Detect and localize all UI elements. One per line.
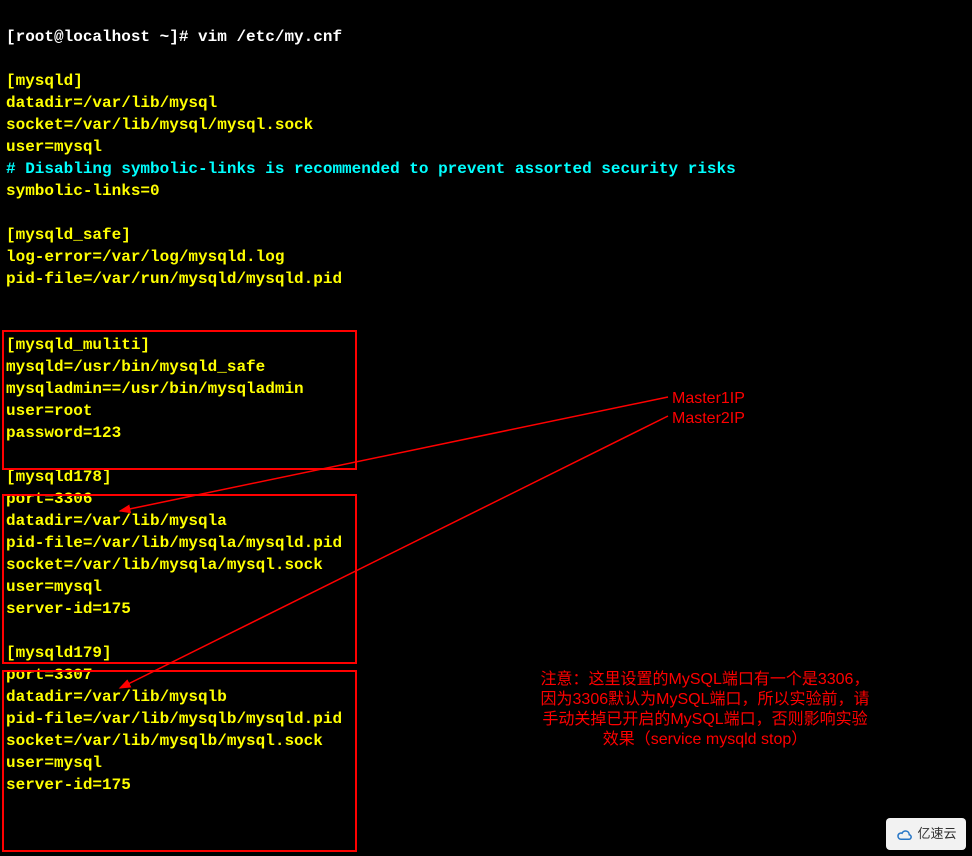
cfg-comment: # Disabling symbolic-links is recommende… [6, 160, 736, 178]
label-master2: Master2IP [672, 408, 745, 430]
cfg-178-port: port=3306 [6, 490, 92, 508]
cfg-user: user=mysql [6, 138, 102, 156]
note-line-2: 因为3306默认为MySQL端口，所以实验前，请 [505, 690, 905, 710]
cfg-179-user: user=mysql [6, 754, 102, 772]
note-line-3: 手动关掉已开启的MySQL端口，否则影响实验 [505, 710, 905, 730]
cfg-mysqladmin: mysqladmin==/usr/bin/mysqladmin [6, 380, 304, 398]
cfg-datadir: datadir=/var/lib/mysql [6, 94, 217, 112]
watermark-text: 亿速云 [917, 823, 956, 845]
cfg-178-user: user=mysql [6, 578, 102, 596]
note-line-4: 效果（service mysqld stop） [505, 730, 905, 750]
cfg-179-pid: pid-file=/var/lib/mysqlb/mysqld.pid [6, 710, 342, 728]
label-master1: Master1IP [672, 388, 745, 410]
cfg-symlinks: symbolic-links=0 [6, 182, 160, 200]
cfg-section-179: [mysqld179] [6, 644, 112, 662]
cfg-mysqld: mysqld=/usr/bin/mysqld_safe [6, 358, 265, 376]
cfg-mroot: user=root [6, 402, 92, 420]
cfg-section-multi: [mysqld_muliti] [6, 336, 150, 354]
cfg-179-port: port=3307 [6, 666, 92, 684]
cfg-pidfile: pid-file=/var/run/mysqld/mysqld.pid [6, 270, 342, 288]
cfg-178-socket: socket=/var/lib/mysqla/mysql.sock [6, 556, 323, 574]
shell-prompt: [root@localhost ~]# vim /etc/my.cnf [6, 28, 342, 46]
cfg-179-serverid: server-id=175 [6, 776, 131, 794]
cfg-section-safe: [mysqld_safe] [6, 226, 131, 244]
watermark: 亿速云 [886, 818, 966, 850]
cfg-logerror: log-error=/var/log/mysqld.log [6, 248, 284, 266]
cfg-socket: socket=/var/lib/mysql/mysql.sock [6, 116, 313, 134]
annotation-note: 注意：这里设置的MySQL端口有一个是3306， 因为3306默认为MySQL端… [505, 670, 905, 750]
cfg-178-serverid: server-id=175 [6, 600, 131, 618]
cfg-179-socket: socket=/var/lib/mysqlb/mysql.sock [6, 732, 323, 750]
cfg-mpass: password=123 [6, 424, 121, 442]
cfg-section-mysqld: [mysqld] [6, 72, 83, 90]
note-line-1: 注意：这里设置的MySQL端口有一个是3306， [505, 670, 905, 690]
cfg-178-datadir: datadir=/var/lib/mysqla [6, 512, 227, 530]
cfg-section-178: [mysqld178] [6, 468, 112, 486]
cloud-icon [895, 827, 913, 841]
cfg-178-pid: pid-file=/var/lib/mysqla/mysqld.pid [6, 534, 342, 552]
cfg-179-datadir: datadir=/var/lib/mysqlb [6, 688, 227, 706]
